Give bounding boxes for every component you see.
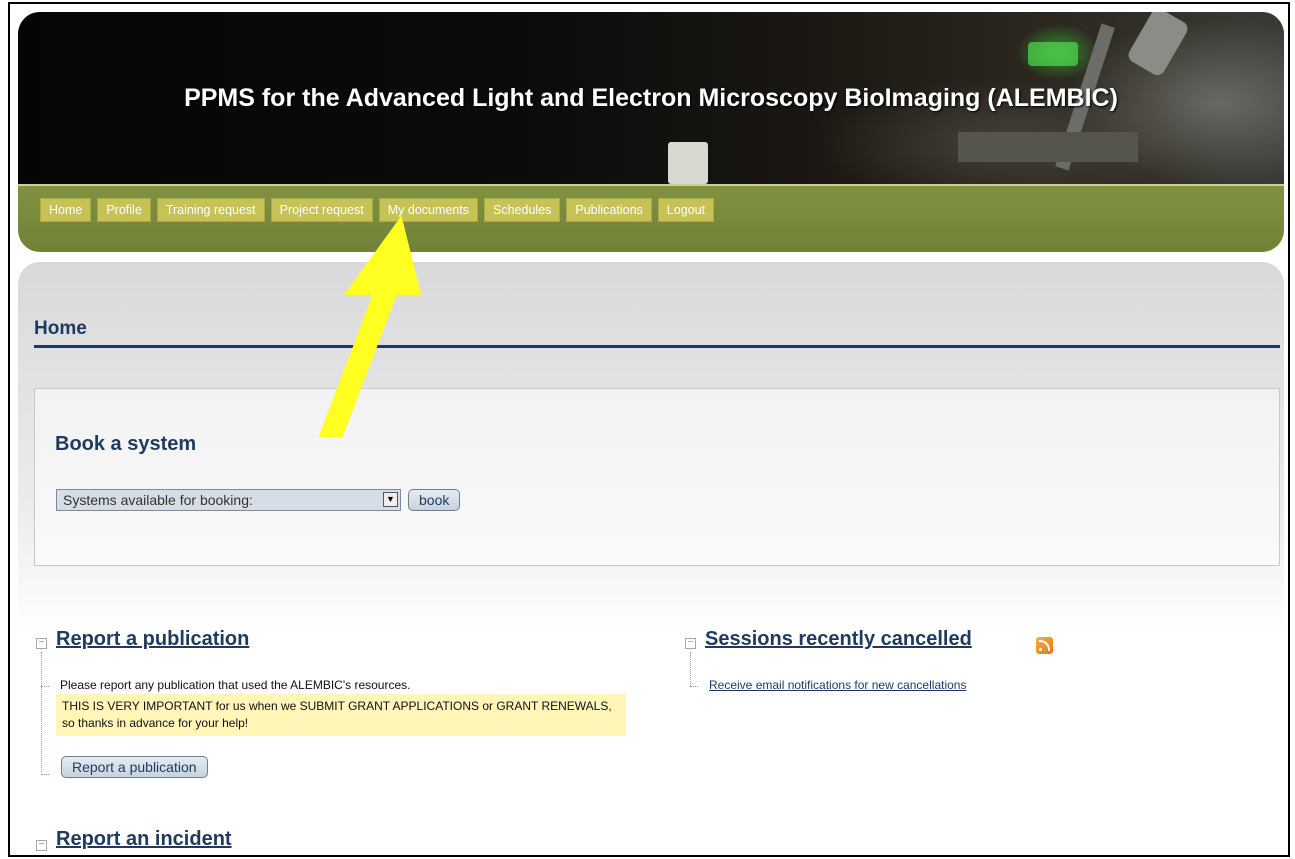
sessions-cancelled-heading[interactable]: Sessions recently cancelled [705,628,972,651]
nav-project-request[interactable]: Project request [270,198,373,222]
system-select-value: Systems available for booking: [63,492,253,508]
tree-line [690,652,691,686]
tree-line [41,652,42,772]
tree-tick [41,774,49,775]
book-system-heading: Book a system [55,433,197,455]
report-incident-heading[interactable]: Report an incident [56,828,232,851]
rss-icon[interactable] [1036,637,1053,654]
nav-my-documents[interactable]: My documents [378,198,479,222]
tree-tick [41,686,49,687]
tree-tick [690,686,698,687]
publication-note: THIS IS VERY IMPORTANT for us when we SU… [56,694,626,736]
triangle-down-icon[interactable]: ▼ [383,492,398,507]
report-publication-heading[interactable]: Report a publication [56,628,249,651]
title-underline [34,345,1280,348]
minus-box-icon[interactable]: − [36,840,47,851]
book-system-box: Book a system Systems available for book… [34,388,1280,566]
minus-box-icon[interactable]: − [685,638,696,649]
nav-logout[interactable]: Logout [657,198,715,222]
system-select[interactable]: Systems available for booking: ▼ [56,489,401,511]
report-publication-button[interactable]: Report a publication [61,756,208,778]
nav-training-request[interactable]: Training request [156,198,265,222]
publication-description: Please report any publication that used … [60,678,411,692]
site-title: PPMS for the Advanced Light and Electron… [184,84,1118,112]
page-title: Home [34,318,87,339]
main-nav: Home Profile Training request Project re… [40,198,715,222]
book-button[interactable]: book [408,489,461,511]
cancellation-email-link[interactable]: Receive email notifications for new canc… [709,678,966,692]
nav-schedules[interactable]: Schedules [484,198,561,222]
nav-home[interactable]: Home [40,198,92,222]
nav-profile[interactable]: Profile [97,198,151,222]
banner-divider [18,184,1284,186]
minus-box-icon[interactable]: − [36,638,47,649]
browser-frame: PPMS for the Advanced Light and Electron… [8,2,1290,857]
header-banner: PPMS for the Advanced Light and Electron… [18,12,1284,252]
content-panel: Home Book a system Systems available for… [18,262,1284,855]
nav-publications[interactable]: Publications [566,198,652,222]
